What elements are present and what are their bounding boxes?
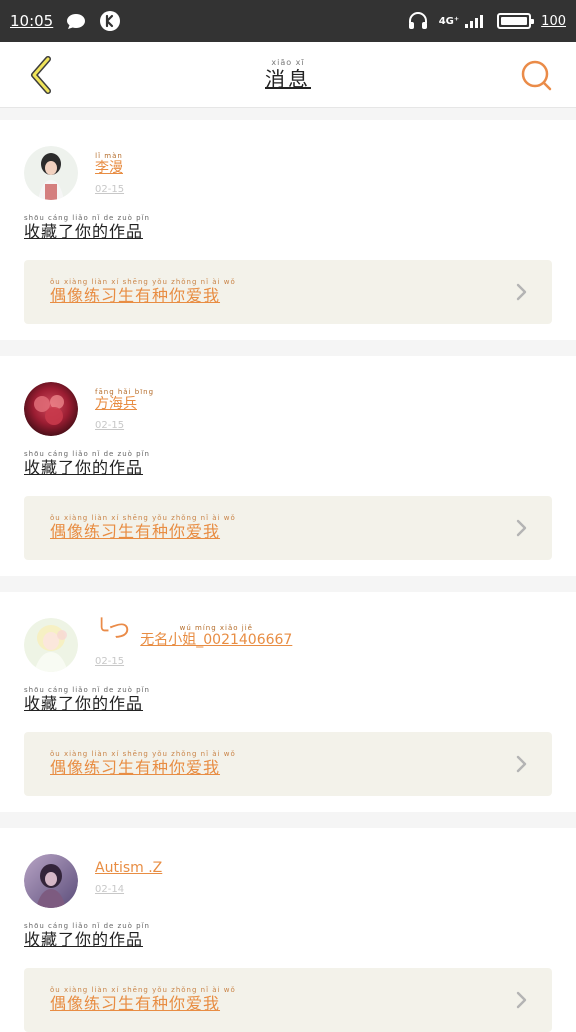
message-text: 收藏了你的作品 [24, 458, 144, 477]
work-link[interactable]: ǒu xiàng liàn xí shēng yǒu zhǒng nǐ ài w… [24, 968, 552, 1032]
battery-icon [497, 13, 535, 29]
message-card: ╰つ wú míng xiǎo jiě 无名小姐_0021406667 02-1… [0, 592, 576, 812]
message-body: shōu cáng liǎo nǐ de zuò pǐn 收藏了你的作品 [24, 214, 552, 242]
username[interactable]: Autism .Z [95, 860, 162, 876]
message-time: 02-15 [95, 420, 125, 431]
chevron-right-icon [514, 991, 530, 1009]
message-card: fāng hǎi bīng 方海兵 02-15 shōu cáng liǎo n… [0, 356, 576, 576]
message-pinyin: shōu cáng liǎo nǐ de zuò pǐn [24, 214, 150, 222]
chevron-right-icon [514, 519, 530, 537]
work-title: 偶像练习生有种你爱我 [50, 758, 221, 777]
message-time: 02-14 [95, 884, 125, 895]
work-title: 偶像练习生有种你爱我 [50, 994, 221, 1013]
top-navigation-bar: xiāo xī 消息 [0, 42, 576, 108]
message-list: lǐ màn 李漫 02-15 shōu cáng liǎo nǐ de zuò… [0, 108, 576, 1032]
username[interactable]: 无名小姐_0021406667 [140, 632, 292, 648]
page-title: xiāo xī 消息 [265, 57, 311, 91]
work-title-pinyin: ǒu xiàng liàn xí shēng yǒu zhǒng nǐ ài w… [50, 278, 236, 286]
status-right: 4G⁺ 100 [407, 11, 566, 31]
work-link[interactable]: ǒu xiàng liàn xí shēng yǒu zhǒng nǐ ài w… [24, 260, 552, 324]
status-left: 10:05 [10, 10, 121, 32]
avatar[interactable] [24, 382, 78, 436]
status-bar: 10:05 4G⁺ 100 [0, 0, 576, 42]
headphones-icon [407, 11, 429, 31]
message-pinyin: shōu cáng liǎo nǐ de zuò pǐn [24, 450, 150, 458]
username-prefix: ╰つ [95, 619, 131, 644]
work-title-pinyin: ǒu xiàng liàn xí shēng yǒu zhǒng nǐ ài w… [50, 514, 236, 522]
work-link[interactable]: ǒu xiàng liàn xí shēng yǒu zhǒng nǐ ài w… [24, 732, 552, 796]
message-text: 收藏了你的作品 [24, 930, 144, 949]
message-text: 收藏了你的作品 [24, 694, 144, 713]
page-title-text: 消息 [265, 66, 311, 91]
username-pinyin: fāng hǎi bīng [95, 388, 155, 396]
search-button[interactable] [514, 53, 558, 97]
chat-bubble-icon [65, 12, 87, 30]
message-body: shōu cáng liǎo nǐ de zuò pǐn 收藏了你的作品 [24, 922, 552, 950]
message-pinyin: shōu cáng liǎo nǐ de zuò pǐn [24, 922, 150, 930]
message-time: 02-15 [95, 656, 125, 667]
message-body: shōu cáng liǎo nǐ de zuò pǐn 收藏了你的作品 [24, 686, 552, 714]
page-title-pinyin: xiāo xī [271, 57, 305, 67]
battery-level: 100 [541, 13, 566, 29]
message-body: shōu cáng liǎo nǐ de zuò pǐn 收藏了你的作品 [24, 450, 552, 478]
chevron-right-icon [514, 755, 530, 773]
avatar[interactable] [24, 146, 78, 200]
message-text: 收藏了你的作品 [24, 222, 144, 241]
username[interactable]: 李漫 [95, 160, 123, 176]
username-pinyin: lǐ màn [95, 152, 123, 160]
back-arrow-icon [31, 55, 51, 94]
back-button[interactable] [18, 53, 62, 97]
message-card: lǐ màn 李漫 02-15 shōu cáng liǎo nǐ de zuò… [0, 120, 576, 340]
message-pinyin: shōu cáng liǎo nǐ de zuò pǐn [24, 686, 150, 694]
work-title: 偶像练习生有种你爱我 [50, 522, 221, 541]
work-title-pinyin: ǒu xiàng liàn xí shēng yǒu zhǒng nǐ ài w… [50, 986, 236, 994]
username-pinyin: wú míng xiǎo jiě [179, 624, 253, 632]
network-type: 4G⁺ [438, 15, 460, 27]
message-card: Autism .Z 02-14 shōu cáng liǎo nǐ de zuò… [0, 828, 576, 1032]
signal-icon [463, 12, 487, 30]
avatar[interactable] [24, 618, 78, 672]
avatar[interactable] [24, 854, 78, 908]
work-title-pinyin: ǒu xiàng liàn xí shēng yǒu zhǒng nǐ ài w… [50, 750, 236, 758]
status-time: 10:05 [10, 12, 54, 30]
work-link[interactable]: ǒu xiàng liàn xí shēng yǒu zhǒng nǐ ài w… [24, 496, 552, 560]
username[interactable]: 方海兵 [95, 396, 154, 412]
message-time: 02-15 [95, 184, 125, 195]
chevron-right-icon [514, 283, 530, 301]
search-icon [521, 60, 552, 90]
k-app-icon [99, 10, 121, 32]
work-title: 偶像练习生有种你爱我 [50, 286, 221, 305]
